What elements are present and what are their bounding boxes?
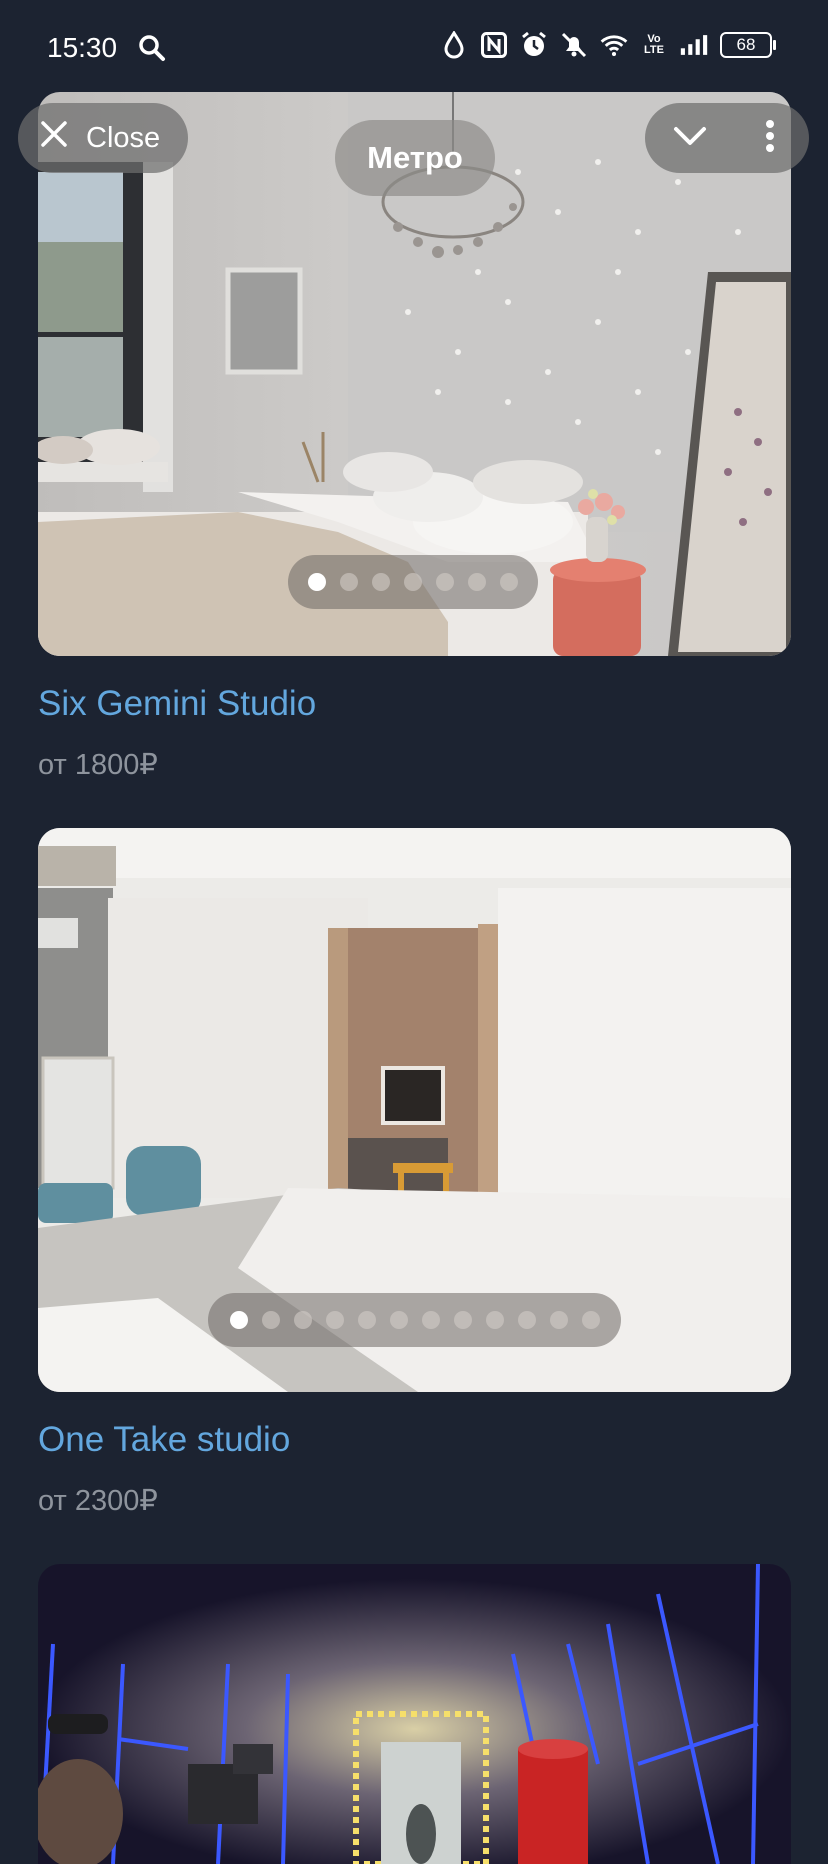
pager-dot[interactable] xyxy=(468,573,486,591)
listing-card[interactable]: One Take studio от 2300₽ xyxy=(38,828,791,1517)
pager-dot[interactable] xyxy=(261,1311,280,1329)
alarm-icon xyxy=(520,30,548,60)
wifi-icon xyxy=(600,30,628,60)
close-icon xyxy=(40,120,68,156)
pager-dot[interactable] xyxy=(357,1311,376,1329)
bell-off-icon xyxy=(560,30,588,60)
header-actions xyxy=(645,103,809,173)
pager-dot[interactable] xyxy=(421,1311,440,1329)
pager-dot[interactable] xyxy=(229,1311,248,1329)
pager-dot[interactable] xyxy=(549,1311,568,1329)
chevron-down-icon[interactable] xyxy=(673,125,707,152)
photo-pager[interactable] xyxy=(288,555,538,609)
pager-dot[interactable] xyxy=(308,573,326,591)
pager-dot[interactable] xyxy=(485,1311,504,1329)
close-label: Close xyxy=(86,121,161,154)
status-bar: 15:30 Vo LTE 68 xyxy=(0,0,828,96)
status-time: 15:30 xyxy=(47,32,118,63)
pager-dot[interactable] xyxy=(517,1311,536,1329)
stage-photo xyxy=(38,1564,791,1864)
volte-icon: Vo LTE xyxy=(644,33,664,56)
pager-dot[interactable] xyxy=(436,573,454,591)
pager-dot[interactable] xyxy=(325,1311,344,1329)
listing-card[interactable] xyxy=(38,1564,791,1864)
battery-level: 68 xyxy=(720,32,776,58)
more-vertical-icon[interactable] xyxy=(765,119,775,157)
signal-icon xyxy=(680,30,708,60)
listing-price: от 2300₽ xyxy=(38,1485,158,1517)
photo-pager[interactable] xyxy=(208,1293,621,1347)
close-button[interactable]: Close xyxy=(18,103,188,173)
pager-dot[interactable] xyxy=(500,573,518,591)
pager-dot[interactable] xyxy=(340,573,358,591)
pager-dot[interactable] xyxy=(453,1311,472,1329)
listing-title[interactable]: Six Gemini Studio xyxy=(38,684,316,724)
pager-dot[interactable] xyxy=(293,1311,312,1329)
page-title: Метро xyxy=(335,120,495,196)
search-icon xyxy=(138,34,166,67)
listing-photo[interactable] xyxy=(38,828,791,1392)
pager-dot[interactable] xyxy=(372,573,390,591)
listing-price: от 1800₽ xyxy=(38,749,158,781)
pager-dot[interactable] xyxy=(581,1311,600,1329)
nfc-icon xyxy=(480,30,508,60)
pager-dot[interactable] xyxy=(389,1311,408,1329)
listing-title[interactable]: One Take studio xyxy=(38,1420,290,1460)
pager-dot[interactable] xyxy=(404,573,422,591)
water-drop-icon xyxy=(440,30,468,60)
battery-icon: 68 xyxy=(720,30,776,60)
listing-photo[interactable] xyxy=(38,1564,791,1864)
